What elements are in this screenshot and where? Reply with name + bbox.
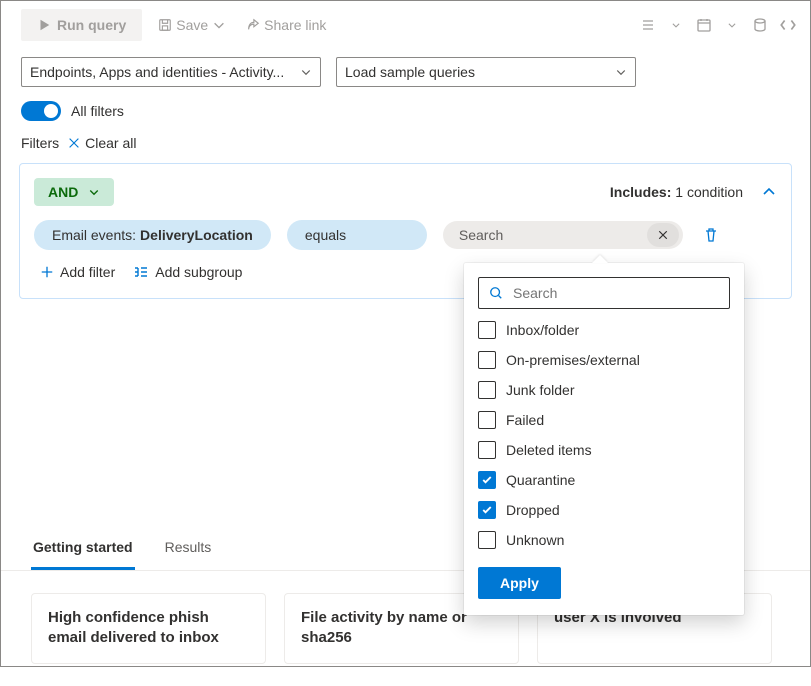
option-inbox-folder[interactable]: Inbox/folder xyxy=(478,321,730,339)
filters-label: Filters xyxy=(21,135,59,151)
option-failed[interactable]: Failed xyxy=(478,411,730,429)
value-picker-popover: Inbox/folder On-premises/external Junk f… xyxy=(464,263,744,615)
checkbox[interactable] xyxy=(478,411,496,429)
top-toolbar: Run query Save Share link xyxy=(1,1,810,49)
trash-icon xyxy=(703,227,719,243)
clear-all-label: Clear all xyxy=(85,135,136,151)
collapse-group-button[interactable] xyxy=(761,184,777,200)
chevron-down-icon xyxy=(615,66,627,78)
option-on-premises-external[interactable]: On-premises/external xyxy=(478,351,730,369)
option-label: Dropped xyxy=(506,502,560,518)
sample-queries-label: Load sample queries xyxy=(345,64,615,80)
chevron-down-icon[interactable] xyxy=(722,15,742,35)
run-query-button[interactable]: Run query xyxy=(21,9,142,41)
popover-options: Inbox/folder On-premises/external Junk f… xyxy=(478,321,730,549)
option-label: Failed xyxy=(506,412,544,428)
chevron-down-icon xyxy=(212,18,226,32)
tab-getting-started[interactable]: Getting started xyxy=(31,529,135,570)
condition-row: Email events: DeliveryLocation equals Se… xyxy=(34,220,777,250)
apply-button[interactable]: Apply xyxy=(478,567,561,599)
condition-field-prefix: Email events: xyxy=(52,227,136,243)
scope-dropdown-label: Endpoints, Apps and identities - Activit… xyxy=(30,64,300,80)
close-icon xyxy=(657,229,669,241)
chevron-up-icon xyxy=(761,184,777,200)
query-card[interactable]: High confidence phish email delivered to… xyxy=(31,593,266,664)
condition-operator-pill[interactable]: equals xyxy=(287,220,427,250)
save-label: Save xyxy=(176,17,208,33)
option-label: Inbox/folder xyxy=(506,322,579,338)
all-filters-toggle[interactable] xyxy=(21,101,61,121)
list-icon[interactable] xyxy=(638,15,658,35)
includes-text: Includes: 1 condition xyxy=(610,184,743,200)
checkbox[interactable] xyxy=(478,351,496,369)
dropdown-row: Endpoints, Apps and identities - Activit… xyxy=(1,49,810,95)
option-dropped[interactable]: Dropped xyxy=(478,501,730,519)
checkbox[interactable] xyxy=(478,531,496,549)
all-filters-label: All filters xyxy=(71,103,124,119)
filter-group-header: AND Includes: 1 condition xyxy=(34,178,777,206)
clear-all-button[interactable]: Clear all xyxy=(67,135,136,151)
checkbox[interactable] xyxy=(478,471,496,489)
popover-search-input[interactable] xyxy=(511,284,719,302)
share-link-label: Share link xyxy=(264,17,326,33)
tab-results[interactable]: Results xyxy=(163,529,214,570)
add-subgroup-label: Add subgroup xyxy=(155,264,242,280)
filters-header: Filters Clear all xyxy=(1,127,810,159)
condition-field-name: DeliveryLocation xyxy=(140,227,253,243)
scope-dropdown[interactable]: Endpoints, Apps and identities - Activit… xyxy=(21,57,321,87)
plus-icon xyxy=(40,265,54,279)
code-toggle-icon[interactable] xyxy=(778,15,798,35)
group-operator-label: AND xyxy=(48,184,78,200)
condition-value-box[interactable]: Search xyxy=(443,221,683,249)
all-filters-row: All filters xyxy=(1,95,810,127)
option-label: Deleted items xyxy=(506,442,592,458)
checkbox[interactable] xyxy=(478,381,496,399)
condition-value-label: Search xyxy=(459,227,641,243)
sample-queries-dropdown[interactable]: Load sample queries xyxy=(336,57,636,87)
chevron-down-icon xyxy=(300,66,312,78)
database-icon[interactable] xyxy=(750,15,770,35)
option-label: Quarantine xyxy=(506,472,575,488)
subgroup-icon xyxy=(133,265,149,279)
add-filter-button[interactable]: Add filter xyxy=(40,264,115,280)
play-icon xyxy=(37,18,51,32)
checkbox[interactable] xyxy=(478,501,496,519)
save-icon xyxy=(158,18,172,32)
run-query-label: Run query xyxy=(57,17,126,33)
delete-condition-button[interactable] xyxy=(703,227,719,243)
checkbox[interactable] xyxy=(478,321,496,339)
chevron-down-icon[interactable] xyxy=(666,15,686,35)
save-button[interactable]: Save xyxy=(154,13,230,37)
clear-value-button[interactable] xyxy=(647,223,679,247)
add-filter-label: Add filter xyxy=(60,264,115,280)
option-label: Junk folder xyxy=(506,382,574,398)
option-label: On-premises/external xyxy=(506,352,640,368)
share-icon xyxy=(246,18,260,32)
option-junk-folder[interactable]: Junk folder xyxy=(478,381,730,399)
condition-field-pill[interactable]: Email events: DeliveryLocation xyxy=(34,220,271,250)
option-unknown[interactable]: Unknown xyxy=(478,531,730,549)
search-icon xyxy=(489,286,503,300)
condition-operator-label: equals xyxy=(305,227,346,243)
checkbox[interactable] xyxy=(478,441,496,459)
share-link-button[interactable]: Share link xyxy=(242,13,330,37)
option-label: Unknown xyxy=(506,532,564,548)
close-icon xyxy=(67,136,81,150)
calendar-icon[interactable] xyxy=(694,15,714,35)
group-operator-pill[interactable]: AND xyxy=(34,178,114,206)
chevron-down-icon xyxy=(88,186,100,198)
add-subgroup-button[interactable]: Add subgroup xyxy=(133,264,242,280)
popover-search[interactable] xyxy=(478,277,730,309)
toolbar-right-icons xyxy=(638,15,798,35)
option-quarantine[interactable]: Quarantine xyxy=(478,471,730,489)
option-deleted-items[interactable]: Deleted items xyxy=(478,441,730,459)
